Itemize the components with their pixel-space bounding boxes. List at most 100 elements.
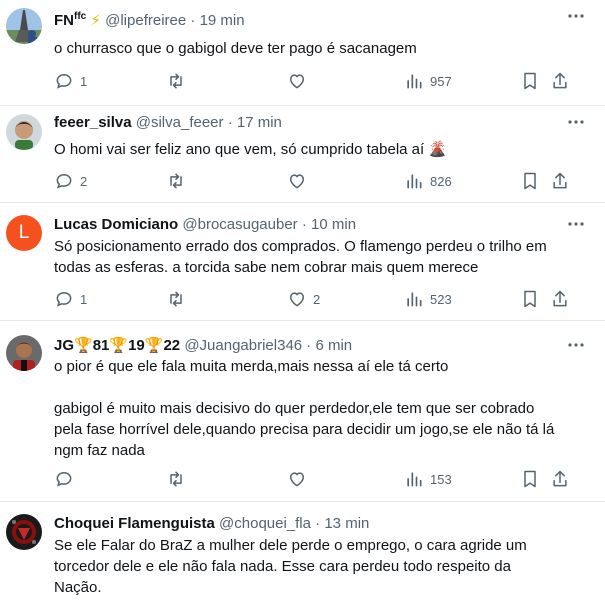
views-button[interactable]: 153 — [404, 469, 452, 489]
views-chart-icon — [407, 174, 422, 189]
share-icon — [553, 172, 567, 189]
reply-button[interactable] — [54, 469, 80, 489]
bookmark-button[interactable] — [520, 171, 540, 191]
views-button[interactable]: 523 — [404, 289, 452, 309]
volcano-emoji: 🌋 — [428, 141, 448, 158]
reply-icon — [56, 73, 72, 89]
tweet-actions: 1 2 523 — [54, 289, 591, 309]
handle[interactable]: @brocasugauber — [182, 216, 297, 233]
share-button[interactable] — [550, 71, 570, 91]
reply-button[interactable]: 1 — [54, 71, 87, 91]
reply-button[interactable]: 1 — [54, 289, 87, 309]
bookmark-icon — [524, 72, 536, 90]
person-photo-avatar — [6, 335, 42, 371]
views-chart-icon — [407, 472, 422, 487]
avatar-letter: L — [18, 222, 30, 243]
tweet-header: Lucas Domiciano @brocasugauber · 10 min — [54, 216, 357, 233]
display-name[interactable]: Choquei Flamenguista — [54, 515, 215, 532]
heart-icon — [290, 292, 304, 307]
share-button[interactable] — [550, 469, 570, 489]
bookmark-icon — [524, 290, 536, 308]
trophy-icon: 🏆 — [144, 337, 164, 354]
handle[interactable]: @silva_feeer — [136, 114, 224, 131]
tweet-5[interactable]: Choquei Flamenguista @choquei_fla · 13 m… — [0, 502, 605, 607]
tweet-text: Se ele Falar do BraZ a mulher dele perde… — [54, 537, 527, 596]
heart-icon — [290, 174, 304, 189]
share-icon — [553, 290, 567, 307]
more-options-icon[interactable] — [567, 339, 585, 351]
bookmark-icon — [524, 470, 536, 488]
crest-photo-avatar — [6, 514, 42, 550]
avatar[interactable] — [6, 114, 42, 150]
display-name[interactable]: feeer_silva — [54, 114, 132, 131]
retweet-button[interactable] — [166, 71, 192, 91]
views-chart-icon — [407, 292, 422, 307]
avatar[interactable] — [6, 514, 42, 550]
person-photo-avatar — [6, 114, 42, 150]
timestamp[interactable]: 13 min — [324, 515, 369, 532]
timestamp[interactable]: 17 min — [237, 114, 282, 131]
like-button[interactable]: 2 — [287, 289, 320, 309]
timestamp[interactable]: 19 min — [200, 12, 245, 29]
retweet-icon — [170, 471, 182, 487]
tweet-text: Só posicionamento errado dos comprados. … — [54, 238, 547, 276]
eiffel-tower-photo-avatar — [6, 8, 42, 44]
handle[interactable]: @lipefreiree — [105, 12, 186, 29]
tweet-3[interactable]: L Lucas Domiciano @brocasugauber · 10 mi… — [0, 203, 605, 321]
like-button[interactable] — [287, 71, 313, 91]
retweet-button[interactable] — [166, 171, 192, 191]
tweet-header: FNffc ⚡ @lipefreiree · 19 min — [54, 11, 245, 29]
tweet-text: O homi vai ser feliz ano que vem, só cum… — [54, 141, 448, 158]
views-button[interactable]: 957 — [404, 71, 452, 91]
tweet-actions: 1 957 — [54, 71, 591, 91]
reply-button[interactable]: 2 — [54, 171, 87, 191]
more-options-icon[interactable] — [567, 10, 585, 22]
tweet-actions: 2 826 — [54, 171, 591, 191]
retweet-icon — [170, 291, 182, 307]
tweet-2[interactable]: feeer_silva @silva_feeer · 17 min O homi… — [0, 106, 605, 203]
reply-icon — [56, 471, 72, 487]
tweet-header: feeer_silva @silva_feeer · 17 min — [54, 114, 282, 131]
timestamp[interactable]: 10 min — [311, 216, 356, 233]
display-name[interactable]: FNffc ⚡ — [54, 11, 101, 29]
tweet-4[interactable]: JG🏆81🏆19🏆22 @Juangabriel346 · 6 min o pi… — [0, 321, 605, 502]
bookmark-button[interactable] — [520, 469, 540, 489]
heart-icon — [290, 472, 304, 487]
retweet-button[interactable] — [166, 469, 192, 489]
share-button[interactable] — [550, 171, 570, 191]
reply-icon — [56, 291, 72, 307]
share-icon — [553, 470, 567, 487]
views-chart-icon — [407, 74, 422, 89]
tweet-1[interactable]: FNffc ⚡ @lipefreiree · 19 min o churrasc… — [0, 0, 605, 106]
handle[interactable]: @choquei_fla — [219, 515, 311, 532]
tweet-text: o churrasco que o gabigol deve ter pago … — [54, 40, 417, 57]
reply-icon — [56, 173, 72, 189]
retweet-button[interactable] — [166, 289, 192, 309]
trophy-icon: 🏆 — [74, 337, 93, 354]
heart-icon — [290, 74, 304, 89]
retweet-icon — [170, 73, 182, 89]
tweet-text: o pior é que ele fala muita merda,mais n… — [54, 358, 555, 459]
more-options-icon[interactable] — [567, 116, 585, 128]
display-name[interactable]: Lucas Domiciano — [54, 216, 178, 233]
tweet-feed: FNffc ⚡ @lipefreiree · 19 min o churrasc… — [0, 0, 605, 607]
avatar[interactable] — [6, 335, 42, 371]
bookmark-icon — [524, 172, 536, 190]
tweet-header: JG🏆81🏆19🏆22 @Juangabriel346 · 6 min — [54, 337, 353, 354]
timestamp[interactable]: 6 min — [315, 337, 352, 354]
avatar[interactable]: L — [6, 215, 42, 251]
views-button[interactable]: 826 — [404, 171, 452, 191]
bookmark-button[interactable] — [520, 71, 540, 91]
bookmark-button[interactable] — [520, 289, 540, 309]
share-button[interactable] — [550, 289, 570, 309]
more-options-icon[interactable] — [567, 218, 585, 230]
display-name[interactable]: JG🏆81🏆19🏆22 — [54, 337, 180, 354]
handle[interactable]: @Juangabriel346 — [184, 337, 302, 354]
retweet-icon — [170, 173, 182, 189]
like-button[interactable] — [287, 171, 313, 191]
tweet-actions: 153 — [54, 469, 591, 489]
avatar[interactable] — [6, 8, 42, 44]
tweet-header: Choquei Flamenguista @choquei_fla · 13 m… — [54, 515, 370, 532]
trophy-icon: 🏆 — [109, 337, 129, 354]
like-button[interactable] — [287, 469, 313, 489]
